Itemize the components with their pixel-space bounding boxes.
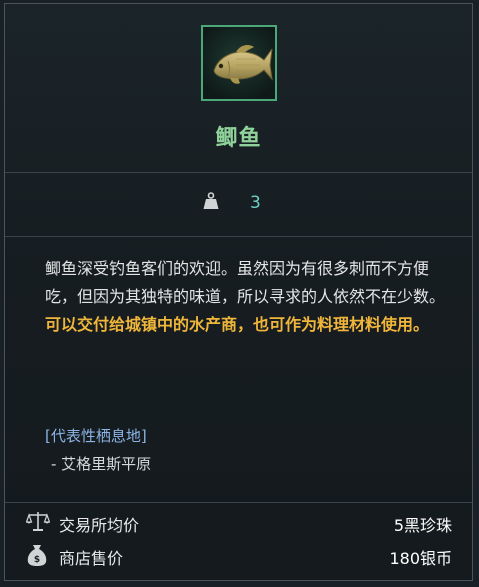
item-name: 鲫鱼 [215,126,262,151]
crucian-carp-fish-icon [213,44,273,84]
item-description: 鲫鱼深受钓鱼客们的欢迎。虽然因为有很多刺而不方便吃，但因为其独特的味道，所以寻求… [45,255,455,339]
habitat-title: [代表性栖息地] [45,427,147,445]
weight-value: 3 [250,193,261,213]
item-tooltip: 鲫鱼 3 鲫鱼深受钓鱼客们的欢迎。虽然因为有很多刺而不方便吃，但因为其独特的味道… [4,3,473,581]
habitat-item: - 艾格里斯平原 [51,455,152,473]
scales-icon [26,512,50,531]
weight-row: 3 [5,173,472,236]
description-highlight: 可以交付给城镇中的水产商，也可作为料理材料使用。 [45,315,430,334]
shop-price-value: 180银币 [389,549,452,568]
money-bag-icon: $ [27,545,47,566]
svg-text:$: $ [34,555,40,565]
market-price-row: 交易所均价 5黑珍珠 [5,506,472,540]
item-icon-frame [201,25,277,101]
tooltip-header: 鲫鱼 [5,4,472,172]
description-text: 鲫鱼深受钓鱼客们的欢迎。虽然因为有很多刺而不方便吃，但因为其独特的味道，所以寻求… [45,259,446,306]
shop-price-row: $ 商店售价 180银币 [5,539,472,573]
weight-icon [203,192,219,209]
market-price-value: 5黑珍珠 [393,516,452,535]
divider [5,236,472,237]
market-price-label: 交易所均价 [59,516,140,535]
shop-price-label: 商店售价 [59,549,124,568]
divider [5,502,472,503]
